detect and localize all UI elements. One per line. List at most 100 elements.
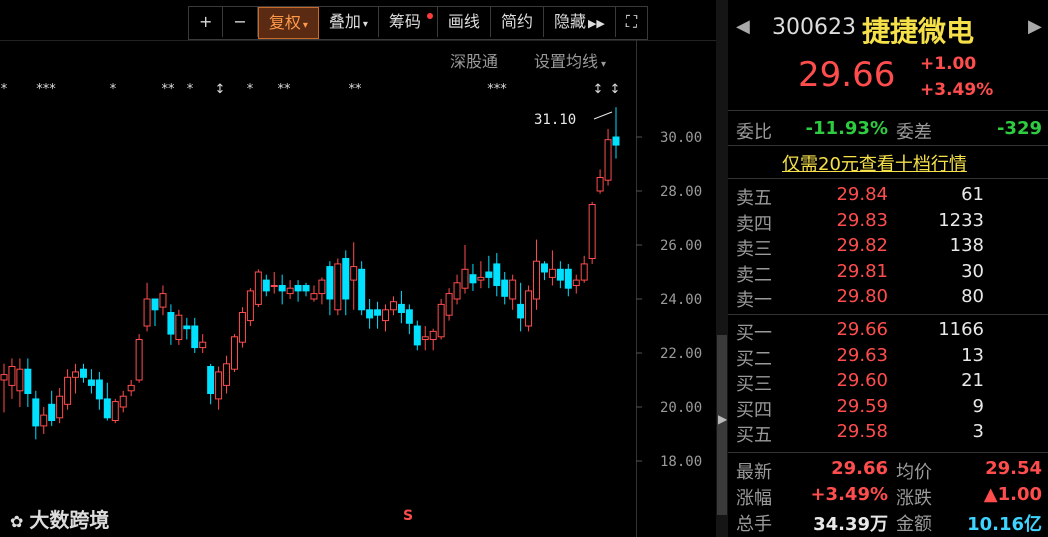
candle-body[interactable] <box>493 263 501 286</box>
candle-body[interactable] <box>48 403 56 421</box>
candle-body[interactable] <box>207 366 215 394</box>
event-marker-icon[interactable]: ↕ <box>610 82 621 97</box>
candle-body[interactable] <box>175 314 183 341</box>
buy-volume: 9 <box>972 395 984 417</box>
candle-body[interactable] <box>254 271 262 305</box>
volume-label: 总手 <box>736 514 772 535</box>
candle-body[interactable] <box>111 401 119 422</box>
candle-body[interactable] <box>548 268 556 278</box>
candle-body[interactable] <box>612 136 620 146</box>
candle-body[interactable] <box>56 395 64 419</box>
event-marker-icon[interactable]: * <box>247 82 254 97</box>
event-marker-icon[interactable]: *** <box>36 82 56 97</box>
event-marker-icon[interactable]: * <box>110 82 117 97</box>
candle-body[interactable] <box>413 325 421 346</box>
candle-body[interactable] <box>215 371 223 400</box>
candle-body[interactable] <box>501 279 509 297</box>
candle-body[interactable] <box>302 285 310 292</box>
candle-body[interactable] <box>24 368 32 395</box>
candle-body[interactable] <box>453 282 461 300</box>
candle-body[interactable] <box>334 263 342 311</box>
candle-body[interactable] <box>246 290 254 322</box>
candle-body[interactable] <box>405 309 413 324</box>
candle-body[interactable] <box>580 263 588 281</box>
candle-body[interactable] <box>517 303 525 319</box>
candle-body[interactable] <box>429 330 437 340</box>
candle-body[interactable] <box>40 414 48 427</box>
candle-body[interactable] <box>366 309 374 319</box>
candle-body[interactable] <box>87 379 95 386</box>
candle-body[interactable] <box>389 301 397 311</box>
candle-body[interactable] <box>79 368 87 378</box>
candle-body[interactable] <box>461 268 469 289</box>
candle-body[interactable] <box>286 287 294 295</box>
candle-body[interactable] <box>350 266 358 281</box>
candle-body[interactable] <box>143 298 151 327</box>
event-marker-icon[interactable]: ** <box>278 82 292 97</box>
event-marker-icon[interactable]: ↕ <box>593 82 604 97</box>
candlestick-chart[interactable]: 30.00 28.00 26.00 24.00 22.00 20.00 18.00 31.10… <box>0 0 716 537</box>
candle-body[interactable] <box>437 303 445 338</box>
candle-body[interactable] <box>95 379 103 400</box>
event-marker-icon[interactable]: * <box>1 82 8 97</box>
candle-body[interactable] <box>564 268 572 289</box>
candle-body[interactable] <box>556 268 564 281</box>
candle-body[interactable] <box>294 285 302 292</box>
candle-body[interactable] <box>262 279 270 292</box>
candle-body[interactable] <box>469 274 477 284</box>
candle-body[interactable] <box>278 285 286 292</box>
candle-body[interactable] <box>151 298 159 311</box>
candle-body[interactable] <box>596 177 604 192</box>
prev-stock-arrow-icon[interactable]: ◀ <box>736 16 750 37</box>
event-marker-icon[interactable]: ↕ <box>215 82 226 97</box>
candle-body[interactable] <box>159 293 167 308</box>
candle-body[interactable] <box>525 290 533 327</box>
candle-body[interactable] <box>0 374 8 381</box>
event-marker-icon[interactable]: * <box>187 82 194 97</box>
candle-body[interactable] <box>397 303 405 313</box>
candle-body[interactable] <box>604 139 612 181</box>
candle-body[interactable] <box>310 293 318 300</box>
next-stock-arrow-icon[interactable]: ▶ <box>1028 16 1042 37</box>
candle-body[interactable] <box>103 398 111 419</box>
candle-body[interactable] <box>477 276 485 281</box>
candle-body[interactable] <box>16 368 24 392</box>
candle-body[interactable] <box>135 339 143 381</box>
candle-body[interactable] <box>445 293 453 316</box>
candle-body[interactable] <box>540 263 548 273</box>
candle-body[interactable] <box>572 279 580 287</box>
candle-body[interactable] <box>191 325 199 349</box>
event-marker-icon[interactable]: ** <box>349 82 363 97</box>
candle-body[interactable] <box>342 258 350 300</box>
event-marker-icon[interactable]: *** <box>487 82 507 97</box>
sell-signal-marker[interactable]: S <box>403 508 413 524</box>
candle-body[interactable] <box>588 204 596 259</box>
candle-body[interactable] <box>64 376 72 405</box>
candle-body[interactable] <box>533 260 541 300</box>
candle-body[interactable] <box>421 336 429 340</box>
candle-body[interactable] <box>223 363 231 386</box>
candle-body[interactable] <box>270 285 278 287</box>
candle-body[interactable] <box>238 312 246 343</box>
candle-body[interactable] <box>374 309 382 316</box>
level10-promo-link[interactable]: 仅需20元查看十档行情 <box>782 150 967 176</box>
candle-body[interactable] <box>167 312 175 335</box>
candle-body[interactable] <box>318 279 326 295</box>
candle-body[interactable] <box>127 384 135 392</box>
candle-body[interactable] <box>485 271 493 278</box>
candle-body[interactable] <box>8 366 16 386</box>
candle-body[interactable] <box>509 279 517 300</box>
candle-body[interactable] <box>358 268 366 311</box>
candle-body[interactable] <box>119 395 127 408</box>
candle-body[interactable] <box>230 336 238 370</box>
event-marker-icon[interactable]: ** <box>162 82 176 97</box>
candle-body[interactable] <box>72 371 80 378</box>
candle-body[interactable] <box>183 325 191 330</box>
candle-body[interactable] <box>382 309 390 322</box>
candle-body[interactable] <box>199 341 207 349</box>
collapse-arrow-icon[interactable]: ▶ <box>718 412 727 426</box>
y-tick-label: 22.00 <box>660 346 702 362</box>
kline-chart-area[interactable]: + − 复权 ▾ 叠加 ▾ 筹码 画线 简约 隐藏 ▶▶ ⛶ 深股通 设置均线 ▾ 30… <box>0 0 716 537</box>
candle-body[interactable] <box>32 398 40 427</box>
candle-body[interactable] <box>326 266 334 300</box>
